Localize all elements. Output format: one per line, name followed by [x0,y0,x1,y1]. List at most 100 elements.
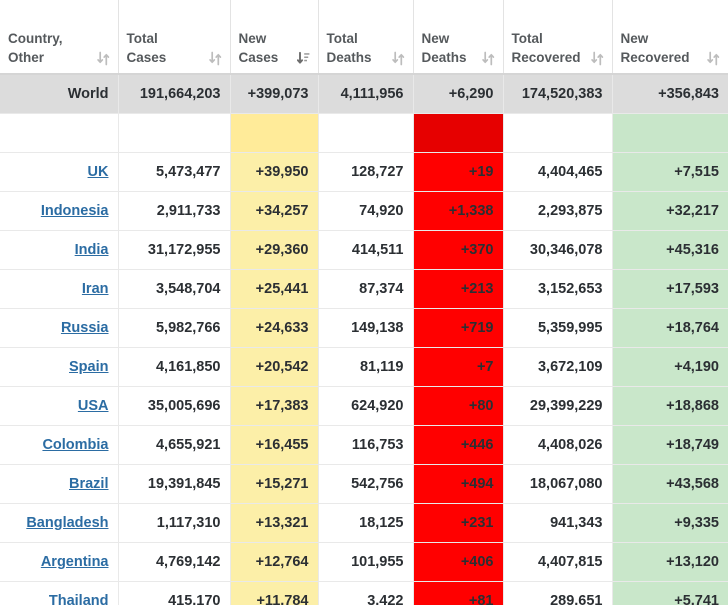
sort-both-icon[interactable] [392,51,405,66]
new-deaths-cell: +446 [413,425,503,464]
world-total-deaths-cell: 4,111,956 [318,74,413,113]
new-recovered-cell: +17,593 [612,269,728,308]
column-header-country[interactable]: Country, Other [0,0,118,74]
country-link[interactable]: Russia [61,320,109,336]
table-row: Colombia4,655,921+16,455116,753+4464,408… [0,425,728,464]
total-cases-cell: 415,170 [118,581,230,605]
country-link[interactable]: India [75,242,109,258]
column-header-total-recovered-label: Total Recovered [512,29,581,67]
new-recovered-cell: +13,120 [612,542,728,581]
column-header-total-deaths-line2: Deaths [327,48,372,67]
table-row: Iran3,548,704+25,44187,374+2133,152,653+… [0,269,728,308]
new-deaths-cell: +7 [413,347,503,386]
total-deaths-cell: 74,920 [318,191,413,230]
column-accent-bar-row [0,113,728,152]
accent-new-deaths [413,113,503,152]
total-cases-cell: 4,655,921 [118,425,230,464]
column-header-country-label: Country, Other [8,29,63,67]
new-recovered-cell: +45,316 [612,230,728,269]
world-new-recovered-cell: +356,843 [612,74,728,113]
table-row: USA35,005,696+17,383624,920+8029,399,229… [0,386,728,425]
column-header-new-cases[interactable]: New Cases [230,0,318,74]
total-deaths-cell: 101,955 [318,542,413,581]
column-header-country-line1: Country, [8,31,63,46]
accent-total-cases [118,113,230,152]
new-cases-cell: +39,950 [230,152,318,191]
world-country-cell: World [0,74,118,113]
country-link[interactable]: Iran [82,281,109,297]
new-cases-cell: +17,383 [230,386,318,425]
new-cases-cell: +24,633 [230,308,318,347]
sort-both-icon[interactable] [482,51,495,66]
total-deaths-cell: 87,374 [318,269,413,308]
country-cell: Spain [0,347,118,386]
new-deaths-cell: +231 [413,503,503,542]
column-header-new-recovered-label: New Recovered [621,29,690,67]
table-row: Brazil19,391,845+15,271542,756+49418,067… [0,464,728,503]
header-row: Country, Other Total Cases [0,0,728,74]
total-recovered-cell: 4,407,815 [503,542,612,581]
country-cell: Brazil [0,464,118,503]
column-header-new-recovered-line2: Recovered [621,48,690,67]
column-header-new-deaths-label: New Deaths [422,29,467,67]
country-link[interactable]: USA [78,398,109,414]
country-link[interactable]: Indonesia [41,203,109,219]
new-deaths-cell: +80 [413,386,503,425]
country-cell: USA [0,386,118,425]
country-link[interactable]: Thailand [49,593,109,605]
sort-both-icon[interactable] [97,51,110,66]
sort-descending-icon[interactable] [297,51,310,66]
total-cases-cell: 5,473,477 [118,152,230,191]
total-recovered-cell: 5,359,995 [503,308,612,347]
column-header-new-cases-label: New Cases [239,29,279,67]
country-cell: Bangladesh [0,503,118,542]
world-total-cases-cell: 191,664,203 [118,74,230,113]
column-header-total-deaths-line1: Total [327,31,358,46]
total-recovered-cell: 3,152,653 [503,269,612,308]
new-cases-cell: +13,321 [230,503,318,542]
new-recovered-cell: +7,515 [612,152,728,191]
country-link[interactable]: Bangladesh [26,515,108,531]
country-link[interactable]: UK [88,164,109,180]
table-row: Spain4,161,850+20,54281,119+73,672,109+4… [0,347,728,386]
table-row: Argentina4,769,142+12,764101,955+4064,40… [0,542,728,581]
accent-total-recovered [503,113,612,152]
total-deaths-cell: 414,511 [318,230,413,269]
column-header-new-deaths[interactable]: New Deaths [413,0,503,74]
country-link[interactable]: Spain [69,359,108,375]
country-link[interactable]: Colombia [42,437,108,453]
country-link[interactable]: Brazil [69,476,109,492]
column-header-total-recovered[interactable]: Total Recovered [503,0,612,74]
column-header-new-recovered-line1: New [621,31,649,46]
column-header-total-cases-line1: Total [127,31,158,46]
total-recovered-cell: 941,343 [503,503,612,542]
total-deaths-cell: 128,727 [318,152,413,191]
accent-total-deaths [318,113,413,152]
new-recovered-cell: +18,764 [612,308,728,347]
column-header-new-recovered[interactable]: New Recovered [612,0,728,74]
new-deaths-cell: +494 [413,464,503,503]
total-deaths-cell: 18,125 [318,503,413,542]
country-cell: Russia [0,308,118,347]
sort-both-icon[interactable] [591,51,604,66]
new-deaths-cell: +81 [413,581,503,605]
total-cases-cell: 4,161,850 [118,347,230,386]
sort-both-icon[interactable] [707,51,720,66]
new-cases-cell: +16,455 [230,425,318,464]
new-cases-cell: +12,764 [230,542,318,581]
total-cases-cell: 5,982,766 [118,308,230,347]
table-row: Indonesia2,911,733+34,25774,920+1,3382,2… [0,191,728,230]
total-recovered-cell: 2,293,875 [503,191,612,230]
sort-both-icon[interactable] [209,51,222,66]
world-new-deaths-cell: +6,290 [413,74,503,113]
total-deaths-cell: 3,422 [318,581,413,605]
column-header-total-deaths-label: Total Deaths [327,29,372,67]
country-link[interactable]: Argentina [41,554,109,570]
new-cases-cell: +11,784 [230,581,318,605]
table-row: UK5,473,477+39,950128,727+194,404,465+7,… [0,152,728,191]
total-recovered-cell: 18,067,080 [503,464,612,503]
column-header-total-cases[interactable]: Total Cases [118,0,230,74]
column-header-total-recovered-line2: Recovered [512,48,581,67]
column-header-total-deaths[interactable]: Total Deaths [318,0,413,74]
country-cell: Iran [0,269,118,308]
